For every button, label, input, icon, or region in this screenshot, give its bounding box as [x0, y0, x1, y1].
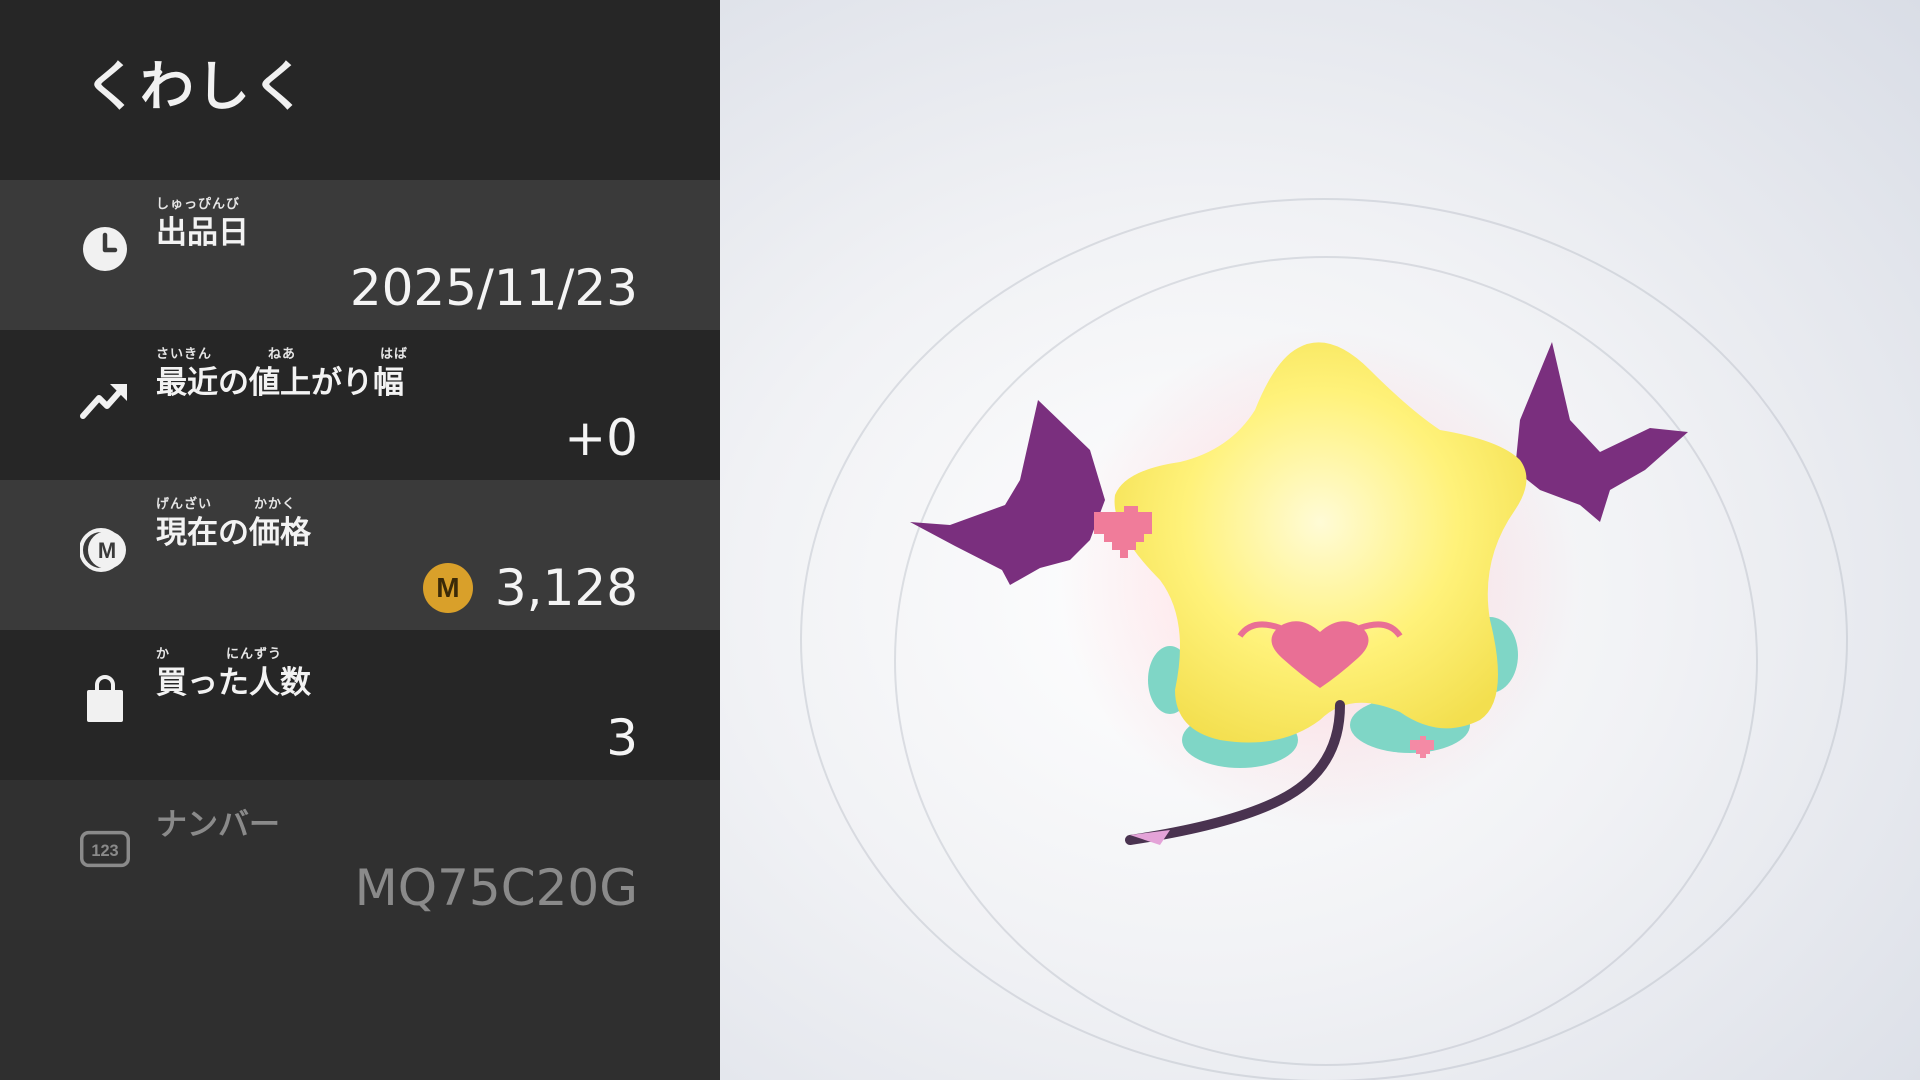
panel-title: くわしく [84, 55, 308, 118]
current-price-value: 3,128 [494, 559, 638, 617]
buyers-count-furigana: か にんずう [156, 647, 283, 662]
buyers-count-row: か にんずう 買った人数 3 [0, 630, 720, 780]
details-panel: くわしく しゅっぴんび 出品日 2025/11/23 さいきん ねあ はば 最近… [0, 0, 720, 1080]
buyers-count-value: 3 [606, 709, 638, 767]
listing-date-value: 2025/11/23 [349, 259, 638, 317]
current-price-value-group: M 3,128 [422, 558, 638, 618]
shopping-bag-icon [80, 674, 130, 724]
recent-increase-row: さいきん ねあ はば 最近の値上がり幅 +0 [0, 330, 720, 480]
recent-increase-furigana: さいきん ねあ はば [156, 347, 409, 362]
current-price-furigana: げんざい かかく [156, 497, 297, 512]
listing-date-furigana: しゅっぴんび [156, 197, 241, 212]
number-badge-icon: 123 [80, 824, 130, 874]
item-number-row: 123 ナンバー MQ75C20G [0, 780, 720, 930]
buyers-count-label: 買った人数 [156, 665, 311, 701]
medal-coin-icon: M [80, 524, 130, 574]
item-preview-stage[interactable] [720, 0, 1920, 1080]
item-number-value: MQ75C20G [354, 859, 638, 917]
recent-increase-value: +0 [564, 409, 638, 467]
current-price-row: M げんざい かかく 現在の価格 M 3,128 [0, 480, 720, 630]
panel-header: くわしく [0, 0, 720, 180]
clock-icon [80, 224, 130, 274]
trend-up-icon [80, 374, 130, 424]
star-character-figure [910, 330, 1688, 845]
listing-date-row: しゅっぴんび 出品日 2025/11/23 [0, 180, 720, 330]
svg-text:M: M [98, 538, 116, 563]
item-number-label: ナンバー [156, 807, 280, 843]
coin-icon: M [422, 563, 473, 613]
recent-increase-label: 最近の値上がり幅 [156, 365, 404, 401]
current-price-label: 現在の価格 [156, 515, 311, 551]
listing-date-label: 出品日 [156, 215, 249, 251]
svg-text:123: 123 [91, 842, 118, 860]
